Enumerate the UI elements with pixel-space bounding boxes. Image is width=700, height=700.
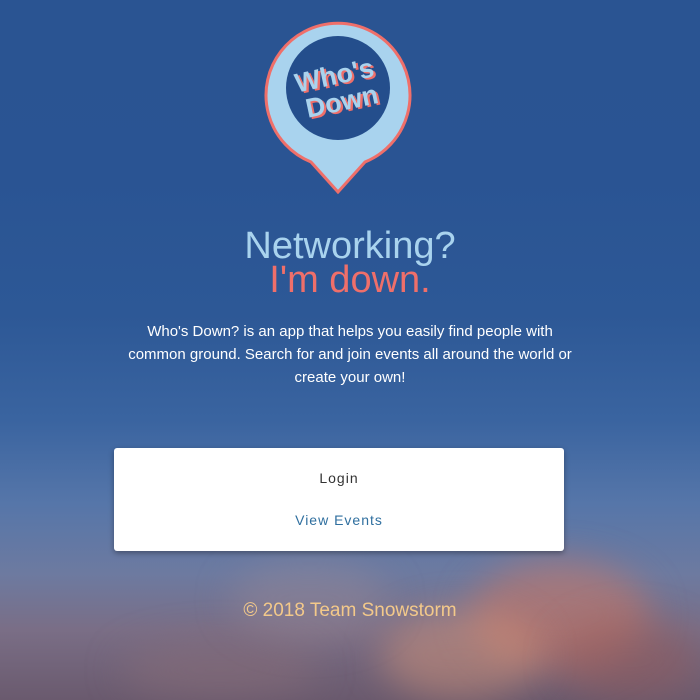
- headline-im-down: I'm down.: [269, 259, 431, 301]
- background-bokeh: [560, 620, 700, 700]
- map-pin-logo: Who's Who's Down Down: [264, 21, 412, 194]
- view-events-button[interactable]: View Events: [114, 512, 564, 528]
- action-card: Login View Events: [114, 448, 564, 551]
- background-bokeh: [120, 640, 320, 700]
- login-button[interactable]: Login: [114, 470, 564, 486]
- copyright-footer: © 2018 Team Snowstorm: [243, 600, 457, 621]
- app-description: Who's Down? is an app that helps you eas…: [128, 323, 572, 386]
- background-bokeh: [380, 610, 540, 700]
